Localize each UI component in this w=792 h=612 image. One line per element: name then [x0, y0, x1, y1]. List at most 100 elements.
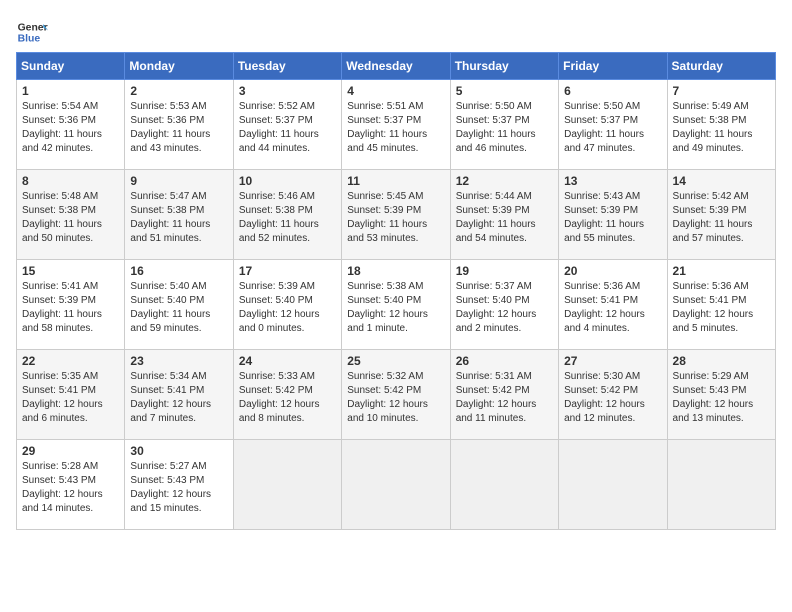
day-number: 17	[239, 264, 336, 278]
svg-text:General: General	[18, 22, 48, 33]
calendar-week-row: 8 Sunrise: 5:48 AMSunset: 5:38 PMDaylight…	[17, 170, 776, 260]
day-header-monday: Monday	[125, 53, 233, 80]
day-info: Sunrise: 5:44 AMSunset: 5:39 PMDaylight:…	[456, 190, 553, 246]
calendar-cell: 27 Sunrise: 5:30 AMSunset: 5:42 PMDayligh…	[559, 350, 667, 440]
day-info: Sunrise: 5:49 AMSunset: 5:38 PMDaylight:…	[673, 100, 770, 156]
calendar-week-row: 22 Sunrise: 5:35 AMSunset: 5:41 PMDayligh…	[17, 350, 776, 440]
day-info: Sunrise: 5:53 AMSunset: 5:36 PMDaylight:…	[130, 100, 227, 156]
day-number: 24	[239, 354, 336, 368]
day-info: Sunrise: 5:38 AMSunset: 5:40 PMDaylight:…	[347, 280, 444, 336]
day-number: 20	[564, 264, 661, 278]
day-number: 16	[130, 264, 227, 278]
day-info: Sunrise: 5:34 AMSunset: 5:41 PMDaylight:…	[130, 370, 227, 426]
calendar-cell: 11Sunrise: 5:45 AMSunset: 5:39 PMDayligh…	[342, 170, 450, 260]
day-info: Sunrise: 5:31 AMSunset: 5:42 PMDaylight:…	[456, 370, 553, 426]
day-number: 25	[347, 354, 444, 368]
calendar-cell: 13 Sunrise: 5:43 AMSunset: 5:39 PMDayligh…	[559, 170, 667, 260]
day-number: 9	[130, 174, 227, 188]
calendar-cell: 25 Sunrise: 5:32 AMSunset: 5:42 PMDayligh…	[342, 350, 450, 440]
day-number: 5	[456, 84, 553, 98]
day-info: Sunrise: 5:27 AMSunset: 5:43 PMDaylight:…	[130, 460, 227, 516]
calendar-cell: 3 Sunrise: 5:52 AMSunset: 5:37 PMDaylight…	[233, 80, 341, 170]
day-number: 7	[673, 84, 770, 98]
day-info: Sunrise: 5:37 AMSunset: 5:40 PMDaylight:…	[456, 280, 553, 336]
day-number: 29	[22, 444, 119, 458]
calendar-cell: 20 Sunrise: 5:36 AMSunset: 5:41 PMDayligh…	[559, 260, 667, 350]
day-info: Sunrise: 5:47 AMSunset: 5:38 PMDaylight:…	[130, 190, 227, 246]
day-number: 13	[564, 174, 661, 188]
calendar-cell: 6Sunrise: 5:50 AMSunset: 5:37 PMDaylight…	[559, 80, 667, 170]
day-number: 4	[347, 84, 444, 98]
calendar-cell: 23 Sunrise: 5:34 AMSunset: 5:41 PMDayligh…	[125, 350, 233, 440]
calendar-cell	[342, 440, 450, 530]
calendar-cell: 17 Sunrise: 5:39 AMSunset: 5:40 PMDayligh…	[233, 260, 341, 350]
calendar-cell: 30 Sunrise: 5:27 AMSunset: 5:43 PMDayligh…	[125, 440, 233, 530]
day-info: Sunrise: 5:35 AMSunset: 5:41 PMDaylight:…	[22, 370, 119, 426]
day-header-saturday: Saturday	[667, 53, 775, 80]
day-number: 30	[130, 444, 227, 458]
day-info: Sunrise: 5:36 AMSunset: 5:41 PMDaylight:…	[564, 280, 661, 336]
day-info: Sunrise: 5:30 AMSunset: 5:42 PMDaylight:…	[564, 370, 661, 426]
calendar-cell: 26 Sunrise: 5:31 AMSunset: 5:42 PMDayligh…	[450, 350, 558, 440]
day-header-sunday: Sunday	[17, 53, 125, 80]
day-number: 27	[564, 354, 661, 368]
day-number: 3	[239, 84, 336, 98]
calendar-cell: 21 Sunrise: 5:36 AMSunset: 5:41 PMDayligh…	[667, 260, 775, 350]
calendar-cell: 28 Sunrise: 5:29 AMSunset: 5:43 PMDayligh…	[667, 350, 775, 440]
day-header-thursday: Thursday	[450, 53, 558, 80]
day-number: 22	[22, 354, 119, 368]
day-info: Sunrise: 5:28 AMSunset: 5:43 PMDaylight:…	[22, 460, 119, 516]
calendar-cell: 18Sunrise: 5:38 AMSunset: 5:40 PMDayligh…	[342, 260, 450, 350]
day-header-tuesday: Tuesday	[233, 53, 341, 80]
calendar-cell	[233, 440, 341, 530]
calendar-cell	[667, 440, 775, 530]
calendar-cell: 29 Sunrise: 5:28 AMSunset: 5:43 PMDayligh…	[17, 440, 125, 530]
calendar-cell: 5Sunrise: 5:50 AMSunset: 5:37 PMDaylight…	[450, 80, 558, 170]
calendar-cell	[450, 440, 558, 530]
day-info: Sunrise: 5:39 AMSunset: 5:40 PMDaylight:…	[239, 280, 336, 336]
calendar-cell: 16 Sunrise: 5:40 AMSunset: 5:40 PMDayligh…	[125, 260, 233, 350]
day-info: Sunrise: 5:29 AMSunset: 5:43 PMDaylight:…	[673, 370, 770, 426]
calendar-cell: 9 Sunrise: 5:47 AMSunset: 5:38 PMDaylight…	[125, 170, 233, 260]
day-number: 28	[673, 354, 770, 368]
calendar-cell: 19 Sunrise: 5:37 AMSunset: 5:40 PMDayligh…	[450, 260, 558, 350]
calendar-cell: 7 Sunrise: 5:49 AMSunset: 5:38 PMDaylight…	[667, 80, 775, 170]
calendar-table: SundayMondayTuesdayWednesdayThursdayFrid…	[16, 52, 776, 530]
day-info: Sunrise: 5:36 AMSunset: 5:41 PMDaylight:…	[673, 280, 770, 336]
day-info: Sunrise: 5:46 AMSunset: 5:38 PMDaylight:…	[239, 190, 336, 246]
day-number: 19	[456, 264, 553, 278]
day-info: Sunrise: 5:51 AMSunset: 5:37 PMDaylight:…	[347, 100, 444, 156]
day-info: Sunrise: 5:42 AMSunset: 5:39 PMDaylight:…	[673, 190, 770, 246]
calendar-week-row: 15 Sunrise: 5:41 AMSunset: 5:39 PMDayligh…	[17, 260, 776, 350]
day-info: Sunrise: 5:48 AMSunset: 5:38 PMDaylight:…	[22, 190, 119, 246]
svg-text:Blue: Blue	[18, 34, 41, 45]
day-number: 21	[673, 264, 770, 278]
day-header-wednesday: Wednesday	[342, 53, 450, 80]
calendar-cell: 24Sunrise: 5:33 AMSunset: 5:42 PMDayligh…	[233, 350, 341, 440]
day-number: 12	[456, 174, 553, 188]
calendar-week-row: 29 Sunrise: 5:28 AMSunset: 5:43 PMDayligh…	[17, 440, 776, 530]
calendar-cell: 10 Sunrise: 5:46 AMSunset: 5:38 PMDayligh…	[233, 170, 341, 260]
day-info: Sunrise: 5:41 AMSunset: 5:39 PMDaylight:…	[22, 280, 119, 336]
day-info: Sunrise: 5:45 AMSunset: 5:39 PMDaylight:…	[347, 190, 444, 246]
day-number: 6	[564, 84, 661, 98]
day-number: 14	[673, 174, 770, 188]
day-number: 26	[456, 354, 553, 368]
day-number: 10	[239, 174, 336, 188]
day-info: Sunrise: 5:32 AMSunset: 5:42 PMDaylight:…	[347, 370, 444, 426]
calendar-cell: 8 Sunrise: 5:48 AMSunset: 5:38 PMDaylight…	[17, 170, 125, 260]
calendar-cell: 12 Sunrise: 5:44 AMSunset: 5:39 PMDayligh…	[450, 170, 558, 260]
day-info: Sunrise: 5:40 AMSunset: 5:40 PMDaylight:…	[130, 280, 227, 336]
day-number: 23	[130, 354, 227, 368]
calendar-cell: 22 Sunrise: 5:35 AMSunset: 5:41 PMDayligh…	[17, 350, 125, 440]
calendar-cell: 4 Sunrise: 5:51 AMSunset: 5:37 PMDaylight…	[342, 80, 450, 170]
day-number: 15	[22, 264, 119, 278]
calendar-cell: 2 Sunrise: 5:53 AMSunset: 5:36 PMDaylight…	[125, 80, 233, 170]
logo-icon: General Blue	[16, 16, 48, 48]
day-info: Sunrise: 5:43 AMSunset: 5:39 PMDaylight:…	[564, 190, 661, 246]
logo: General Blue	[16, 16, 48, 48]
day-info: Sunrise: 5:52 AMSunset: 5:37 PMDaylight:…	[239, 100, 336, 156]
day-number: 2	[130, 84, 227, 98]
day-number: 8	[22, 174, 119, 188]
calendar-cell: 14 Sunrise: 5:42 AMSunset: 5:39 PMDayligh…	[667, 170, 775, 260]
